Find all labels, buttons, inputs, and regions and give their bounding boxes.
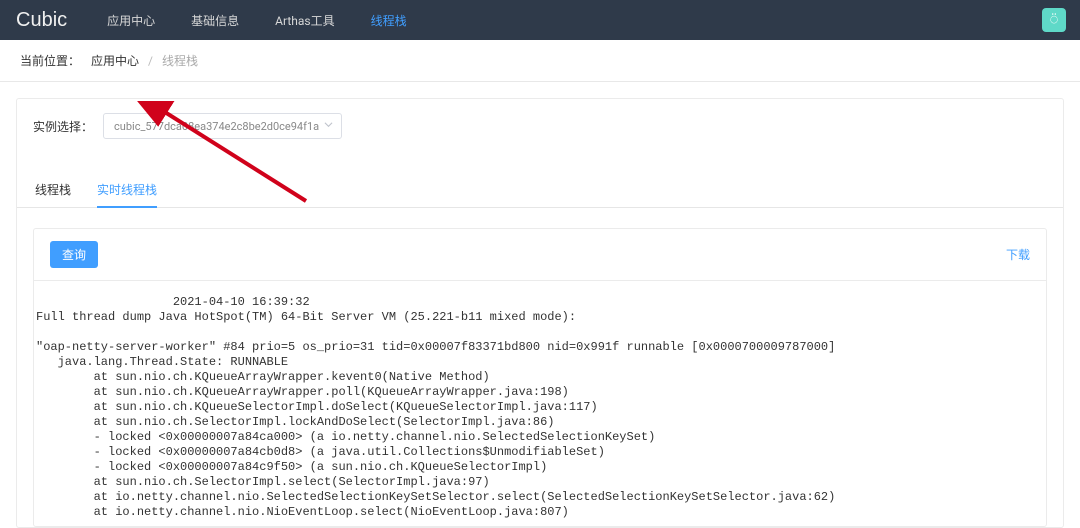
- app-logo: Cubic: [16, 9, 67, 32]
- query-button[interactable]: 查询: [50, 241, 98, 268]
- breadcrumb-current: 线程栈: [162, 54, 198, 68]
- tab-thread-stack[interactable]: 线程栈: [35, 173, 71, 207]
- toolbar: 查询 下载: [34, 229, 1046, 281]
- instance-select-value: cubic_577dca08ea374e2c8be2d0ce94f1a: [114, 120, 319, 133]
- main-content: 实例选择： cubic_577dca08ea374e2c8be2d0ce94f1…: [0, 98, 1080, 528]
- thread-panel: 查询 下载 2021-04-10 16:39:32 Full thread du…: [33, 228, 1047, 527]
- nav-arthas-tool[interactable]: Arthas工具: [275, 12, 334, 29]
- breadcrumb-link[interactable]: 应用中心: [91, 54, 139, 68]
- instance-label: 实例选择：: [33, 118, 93, 135]
- breadcrumb: 当前位置： 应用中心 / 线程栈: [0, 40, 1080, 82]
- instance-row: 实例选择： cubic_577dca08ea374e2c8be2d0ce94f1…: [17, 99, 1063, 149]
- tabs: 线程栈 实时线程栈: [17, 173, 1063, 208]
- avatar[interactable]: ⍥: [1042, 8, 1066, 32]
- main-card: 实例选择： cubic_577dca08ea374e2c8be2d0ce94f1…: [16, 98, 1064, 528]
- download-link[interactable]: 下载: [1006, 246, 1030, 263]
- instance-select[interactable]: cubic_577dca08ea374e2c8be2d0ce94f1a: [103, 113, 342, 139]
- chevron-down-icon: [324, 120, 333, 132]
- top-navbar: Cubic 应用中心 基础信息 Arthas工具 线程栈 ⍥: [0, 0, 1080, 40]
- thread-dump-text: 2021-04-10 16:39:32 Full thread dump Jav…: [34, 281, 1046, 526]
- nav-app-center[interactable]: 应用中心: [107, 12, 155, 29]
- avatar-icon: ⍥: [1050, 13, 1058, 28]
- breadcrumb-sep: /: [148, 54, 153, 68]
- tab-realtime-thread-stack[interactable]: 实时线程栈: [97, 173, 157, 208]
- nav-thread-stack[interactable]: 线程栈: [371, 12, 407, 29]
- nav-links: 应用中心 基础信息 Arthas工具 线程栈: [107, 12, 1042, 29]
- breadcrumb-prefix: 当前位置：: [20, 54, 80, 68]
- nav-basic-info[interactable]: 基础信息: [191, 12, 239, 29]
